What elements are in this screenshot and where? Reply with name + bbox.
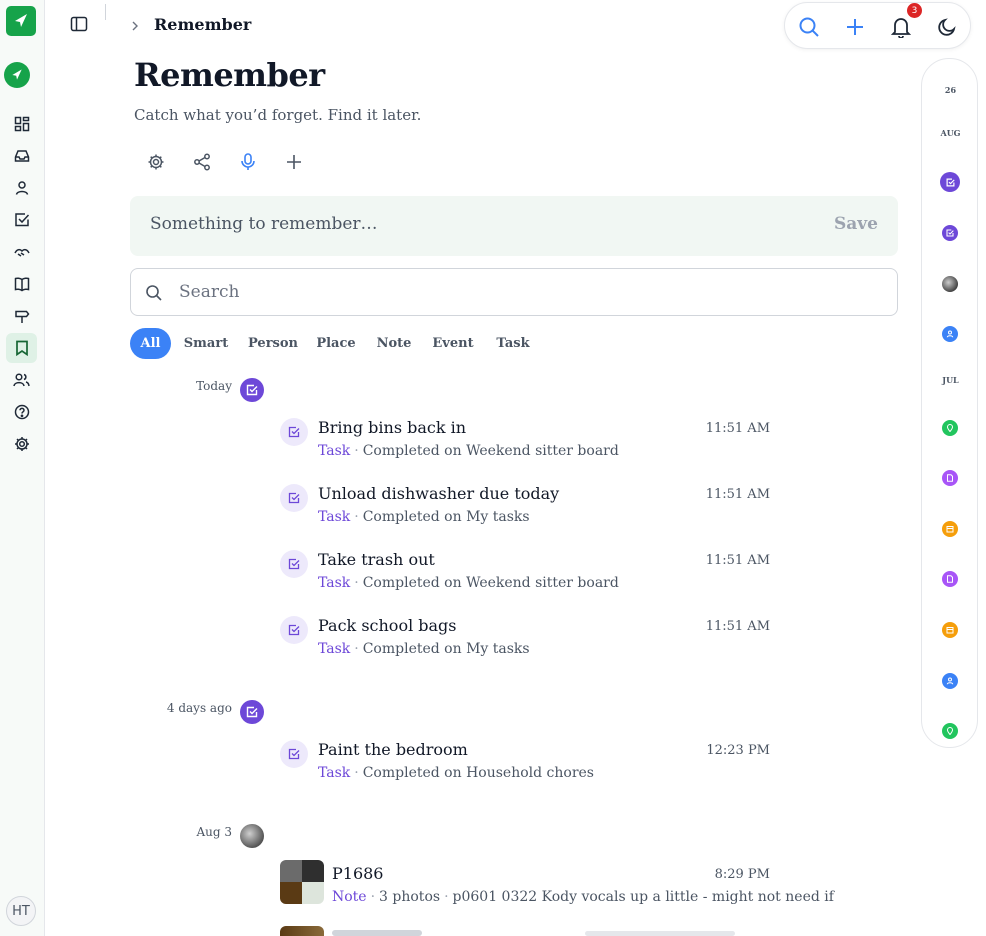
people-icon[interactable] xyxy=(6,365,37,395)
inbox-icon[interactable] xyxy=(6,141,37,171)
signpost-icon[interactable] xyxy=(6,301,37,331)
item-time: 8:29 PM xyxy=(714,867,770,882)
strip-day-label: 26 xyxy=(944,85,957,95)
item-title[interactable]: Take trash out xyxy=(318,550,435,569)
breadcrumb-current[interactable]: Remember xyxy=(154,15,251,34)
filter-note[interactable]: Note xyxy=(375,328,413,359)
add-icon[interactable] xyxy=(843,15,867,39)
task-icon xyxy=(280,616,308,644)
note-marker-icon[interactable] xyxy=(942,571,958,587)
filter-person[interactable]: Person xyxy=(247,328,299,359)
bookmark-icon[interactable] xyxy=(6,333,37,363)
place-marker-icon[interactable] xyxy=(942,420,958,436)
app-logo-icon[interactable] xyxy=(6,6,36,36)
search-field-icon xyxy=(145,284,163,302)
task-marker-icon[interactable] xyxy=(942,225,958,241)
item-title[interactable]: Bring bins back in xyxy=(318,418,466,437)
filter-smart[interactable]: Smart xyxy=(182,328,230,359)
search-input[interactable] xyxy=(179,282,859,302)
person-icon[interactable] xyxy=(6,173,37,203)
task-icon xyxy=(280,418,308,446)
plus-icon[interactable] xyxy=(282,150,306,174)
dark-mode-moon-icon[interactable] xyxy=(935,15,959,39)
person-marker-icon[interactable] xyxy=(942,326,958,342)
handshake-icon[interactable] xyxy=(6,237,37,267)
filter-place[interactable]: Place xyxy=(316,328,356,359)
event-marker-icon[interactable] xyxy=(942,521,958,537)
task-icon xyxy=(280,740,308,768)
person-marker-icon[interactable] xyxy=(942,673,958,689)
settings-gear-icon[interactable] xyxy=(6,429,37,459)
strip-month-label: AUG xyxy=(940,128,961,138)
task-group-icon xyxy=(240,378,264,402)
book-icon[interactable] xyxy=(6,269,37,299)
item-meta: Task · Completed on Weekend sitter board xyxy=(318,443,619,459)
item-time: 11:51 AM xyxy=(705,553,770,568)
sidebar-toggle-icon[interactable] xyxy=(70,16,90,34)
place-marker-icon[interactable] xyxy=(942,723,958,739)
filter-event[interactable]: Event xyxy=(431,328,475,359)
list-item-cut-off xyxy=(585,931,735,936)
save-button[interactable]: Save xyxy=(834,214,878,234)
note-marker-icon[interactable] xyxy=(942,470,958,486)
remember-composer: Save xyxy=(130,196,898,256)
photo-marker-icon[interactable] xyxy=(942,276,958,292)
group-label-today: Today xyxy=(196,379,232,393)
item-meta: Task · Completed on Household chores xyxy=(318,765,594,781)
list-item-cut-off xyxy=(332,930,422,936)
item-meta: Task · Completed on My tasks xyxy=(318,641,530,657)
workspace-logo-icon[interactable] xyxy=(4,62,30,88)
remember-input[interactable] xyxy=(150,214,750,234)
page-subtitle: Catch what you’d forget. Find it later. xyxy=(134,106,422,124)
filter-task[interactable]: Task xyxy=(494,328,532,359)
item-time: 11:51 AM xyxy=(705,421,770,436)
photo-thumbnail xyxy=(280,860,324,904)
search-icon[interactable] xyxy=(797,15,821,39)
task-check-icon[interactable] xyxy=(6,205,37,235)
item-title[interactable]: P1686 xyxy=(332,864,383,883)
header-divider xyxy=(105,4,106,20)
item-title[interactable]: Paint the bedroom xyxy=(318,740,468,759)
dashboard-icon[interactable] xyxy=(6,109,37,139)
strip-month-label: JUL xyxy=(942,375,959,385)
item-meta: Note · 3 photos · p0601 0322 Kody vocals up … xyxy=(332,889,834,905)
item-title[interactable]: Unload dishwasher due today xyxy=(318,484,559,503)
task-icon xyxy=(280,550,308,578)
group-label-aug-3: Aug 3 xyxy=(196,825,232,839)
filter-all[interactable]: All xyxy=(130,328,171,359)
item-meta: Task · Completed on My tasks xyxy=(318,509,530,525)
event-marker-icon[interactable] xyxy=(942,622,958,638)
item-time: 11:51 AM xyxy=(705,487,770,502)
settings-icon[interactable] xyxy=(144,150,168,174)
search-bar xyxy=(130,268,898,316)
page-title: Remember xyxy=(134,56,325,94)
top-actions-bar xyxy=(784,2,971,49)
item-time: 12:23 PM xyxy=(706,743,770,758)
task-marker-icon[interactable] xyxy=(940,172,960,192)
help-icon[interactable] xyxy=(6,397,37,427)
photo-thumbnail xyxy=(280,926,324,936)
bell-icon[interactable] xyxy=(889,15,913,39)
item-title[interactable]: Pack school bags xyxy=(318,616,457,635)
task-group-icon xyxy=(240,700,264,724)
left-rail: HT xyxy=(0,0,45,936)
share-icon[interactable] xyxy=(190,150,214,174)
user-avatar[interactable]: HT xyxy=(6,896,36,926)
item-time: 11:51 AM xyxy=(705,619,770,634)
group-label-4-days-ago: 4 days ago xyxy=(166,701,232,715)
timeline-scrubber[interactable]: 26 AUG JUL xyxy=(921,58,978,748)
photo-group-icon xyxy=(240,824,264,848)
item-meta: Task · Completed on Weekend sitter board xyxy=(318,575,619,591)
chevron-right-icon xyxy=(130,18,140,32)
task-icon xyxy=(280,484,308,512)
microphone-icon[interactable] xyxy=(236,150,260,174)
notification-badge: 3 xyxy=(907,3,922,18)
